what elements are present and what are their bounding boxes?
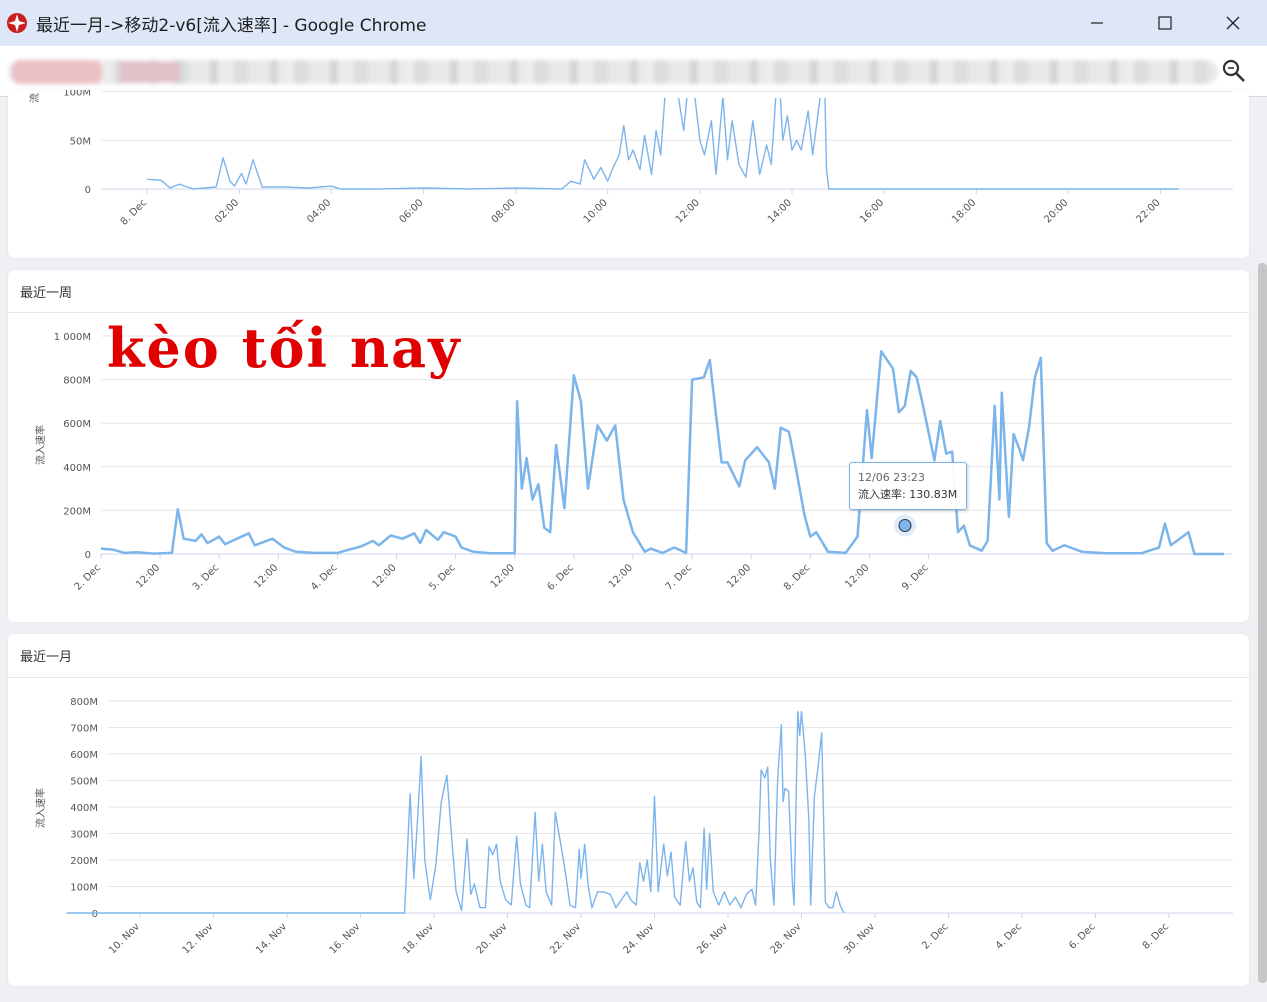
y-tick-label: 100M — [70, 883, 98, 894]
maximize-icon — [1158, 16, 1172, 30]
y-tick-label: 200M — [63, 506, 91, 517]
x-tick-label: 12:00 — [252, 562, 280, 590]
y-tick-label: 0 — [85, 550, 91, 561]
x-tick-label: 10:00 — [582, 197, 610, 225]
chart-month: 0 100M 200M 300M 400M 500M 600M 700M 800M 10. Nov… — [34, 697, 1233, 956]
chart-panel-day: 0 50M 100M 8. Dec 02:00 04:00 06:00 08:00 10:00 1… — [8, 90, 1249, 258]
x-tick-label: 06:00 — [397, 197, 425, 225]
x-tick-label: 12:00 — [370, 562, 398, 590]
x-tick-label: 30. Nov — [842, 921, 877, 956]
x-tick-label: 10. Nov — [107, 921, 142, 956]
x-tick-label: 7. Dec — [664, 562, 694, 592]
x-tick-label: 24. Nov — [622, 921, 657, 956]
window-title: 最近一月->移动2-v6[流入速率] - Google Chrome — [36, 15, 427, 36]
x-tick-label: 9. Dec — [900, 562, 930, 592]
x-tick-label: 2. Dec — [920, 921, 950, 951]
x-tick-label: 12:00 — [843, 562, 871, 590]
y-tick-label: 600M — [70, 750, 98, 761]
watermark-text: kèo tối nay — [107, 316, 462, 380]
x-tick-label: 6. Dec — [1067, 921, 1097, 951]
x-tick-label: 16:00 — [858, 197, 886, 225]
x-tick-label: 2. Dec — [73, 562, 103, 592]
zoom-icon[interactable] — [1221, 58, 1247, 84]
blurred-url — [8, 60, 1218, 84]
x-tick-label: 6. Dec — [546, 562, 576, 592]
x-tick-label: 12:00 — [674, 197, 702, 225]
x-tick-label: 12:00 — [489, 562, 517, 590]
minimize-button[interactable] — [1063, 0, 1131, 46]
x-tick-label: 08:00 — [490, 197, 518, 225]
y-tick-label: 50M — [70, 136, 91, 147]
x-tick-label: 20:00 — [1042, 197, 1070, 225]
tooltip-value: 流入速率: 130.83M — [858, 488, 958, 501]
x-tick-label: 02:00 — [213, 197, 241, 225]
x-tick-label: 3. Dec — [191, 562, 221, 592]
x-tick-label: 20. Nov — [475, 921, 510, 956]
y-tick-label: 0 — [85, 185, 91, 196]
close-button[interactable] — [1199, 0, 1267, 46]
maximize-button[interactable] — [1131, 0, 1199, 46]
x-tick-label: 8. Dec — [119, 197, 149, 227]
y-tick-label: 700M — [70, 724, 98, 735]
y-tick-label: 400M — [63, 463, 91, 474]
y-tick-label: 1 000M — [54, 332, 91, 343]
y-tick-label: 200M — [70, 856, 98, 867]
y-tick-label: 500M — [70, 777, 98, 788]
x-tick-label: 12:00 — [725, 562, 753, 590]
x-tick-label: 8. Dec — [782, 562, 812, 592]
tooltip-date: 12/06 23:23 — [858, 471, 925, 484]
x-tick-label: 12. Nov — [181, 921, 216, 956]
app-icon — [7, 13, 27, 33]
x-tick-label: 16. Nov — [328, 921, 363, 956]
x-tick-label: 14. Nov — [254, 921, 289, 956]
x-tick-label: 18. Nov — [401, 921, 436, 956]
chart-day: 0 50M 100M 8. Dec 02:00 04:00 06:00 08:00 10:00 1… — [28, 90, 1233, 228]
series-line — [66, 710, 845, 914]
y-tick-label: 600M — [63, 419, 91, 430]
y-tick-label: 800M — [70, 697, 98, 708]
close-icon — [1226, 16, 1240, 30]
chart-tooltip: 12/06 23:23 流入速率: 130.83M — [849, 462, 967, 510]
x-tick-label: 22. Nov — [548, 921, 583, 956]
y-tick-label: 800M — [63, 376, 91, 387]
x-tick-label: 4. Dec — [994, 921, 1024, 951]
x-tick-label: 04:00 — [305, 197, 333, 225]
x-tick-label: 28. Nov — [769, 921, 804, 956]
x-tick-label: 4. Dec — [309, 562, 339, 592]
series-line — [147, 98, 1179, 190]
series-line — [100, 350, 1224, 556]
y-tick-label: 400M — [70, 803, 98, 814]
y-axis-label: 流 — [28, 93, 41, 103]
x-tick-label: 26. Nov — [695, 921, 730, 956]
hover-point[interactable] — [898, 518, 912, 532]
y-tick-label: 300M — [70, 830, 98, 841]
minimize-icon — [1091, 22, 1103, 24]
y-tick-label: 0 — [92, 909, 98, 920]
y-axis-label: 流入速率 — [34, 788, 47, 828]
x-tick-label: 8. Dec — [1141, 921, 1171, 951]
x-tick-label: 5. Dec — [427, 562, 457, 592]
x-tick-label: 12:00 — [134, 562, 162, 590]
y-tick-label: 100M — [63, 90, 91, 99]
chart-panel-month: 最近一月 0 100M 200M 300M 400M 500M 600M 700M 800M 10… — [8, 634, 1249, 986]
x-tick-label: 22:00 — [1134, 197, 1162, 225]
y-axis-label: 流入速率 — [34, 425, 47, 465]
x-tick-label: 14:00 — [766, 197, 794, 225]
x-tick-label: 12:00 — [607, 562, 635, 590]
x-tick-label: 18:00 — [950, 197, 978, 225]
window-titlebar: 最近一月->移动2-v6[流入速率] - Google Chrome — [0, 0, 1267, 46]
page-scrollbar[interactable] — [1258, 263, 1267, 983]
